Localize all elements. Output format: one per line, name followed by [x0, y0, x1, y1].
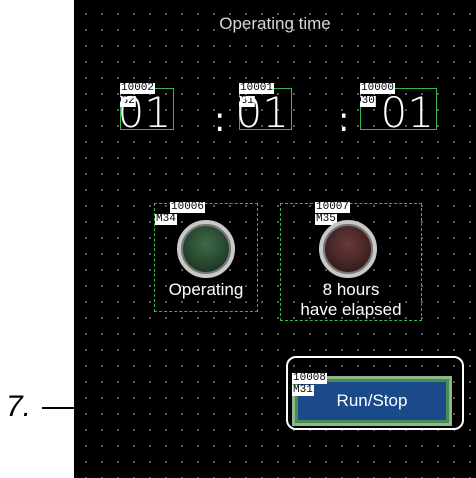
device-tag: 10008 — [292, 372, 328, 384]
elapsed-label-line2: have elapsed — [300, 300, 402, 319]
device-sub-tag: D30 — [355, 95, 376, 107]
run-stop-label: Run/Stop — [336, 391, 408, 410]
elapsed-lamp-box: 10007 M35 8 hours have elapsed — [280, 201, 422, 321]
screen-title: Operating time — [219, 14, 331, 33]
colon-separator: : — [338, 100, 350, 140]
callout-arrow-icon — [273, 402, 285, 414]
callout-arrow-line — [42, 407, 274, 409]
device-tag: 10007 — [315, 201, 351, 213]
hours-display: 10002 D32 01 — [118, 83, 174, 134]
elapsed-lamp — [319, 220, 377, 278]
hours-value: 01 — [117, 88, 171, 137]
minutes-value: 01 — [235, 88, 289, 137]
minutes-display: 10001 D31 01 — [236, 83, 292, 134]
run-stop-button[interactable]: 10008 M31 Run/Stop — [292, 372, 452, 426]
elapsed-label-line1: 8 hours — [322, 280, 380, 299]
operating-lamp-box: 10006 M34 Operating — [154, 201, 258, 312]
seconds-value: 01 — [380, 88, 434, 137]
device-tag: 10006 — [170, 201, 206, 213]
operating-lamp — [177, 220, 235, 278]
callout-number: 7. — [6, 390, 32, 423]
device-sub-tag: M34 — [155, 213, 177, 225]
colon-separator: : — [214, 100, 226, 140]
seconds-display: 10000 D30 01 — [359, 83, 437, 134]
operating-label: Operating — [168, 280, 244, 299]
